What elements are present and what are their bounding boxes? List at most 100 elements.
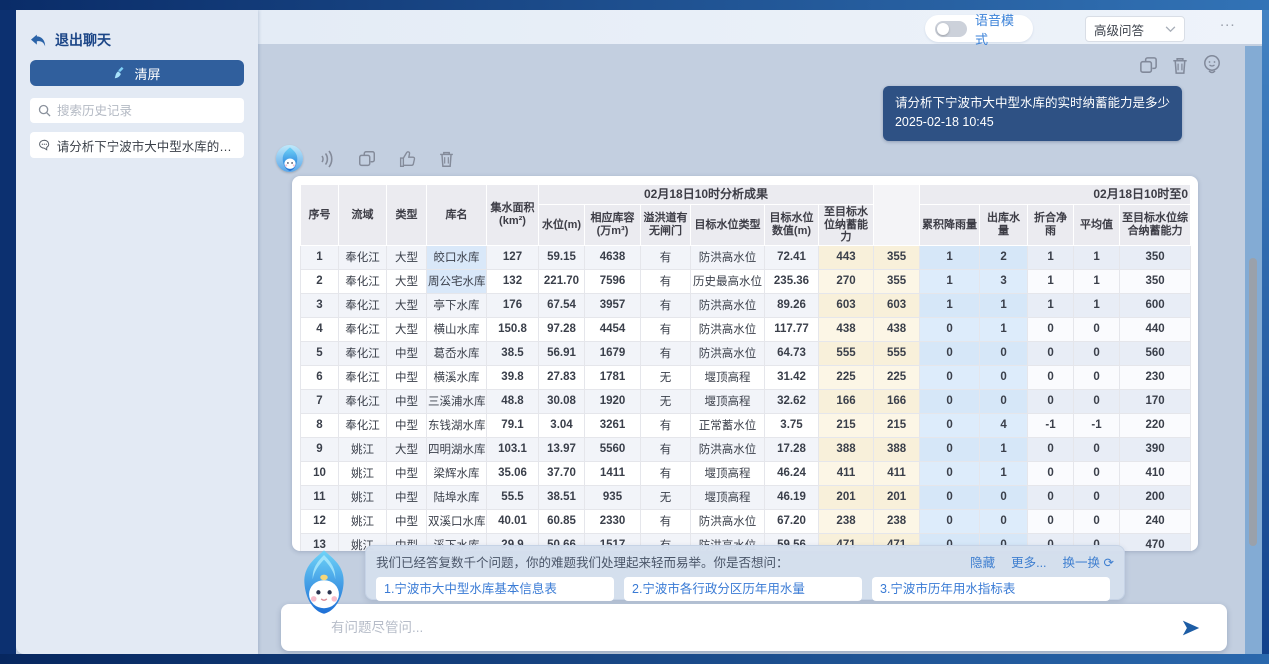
table-row: 10姚江中型梁辉水库35.0637.701411有堰顶高程46.24411411… xyxy=(301,461,1191,485)
table-cell: 127 xyxy=(487,245,539,269)
delete-icon[interactable] xyxy=(1170,55,1190,76)
send-button[interactable] xyxy=(1181,619,1201,637)
column-header: 累积降雨量 xyxy=(920,205,980,246)
search-history-box xyxy=(30,98,244,123)
table-cell: 堰顶高程 xyxy=(691,461,765,485)
suggestion-item-2[interactable]: 2.宁波市各行政分区历年用水量 xyxy=(624,577,862,601)
suggestion-item-1[interactable]: 1.宁波市大中型水库基本信息表 xyxy=(376,577,614,601)
table-cell: 陆埠水库 xyxy=(427,485,487,509)
table-cell: 有 xyxy=(641,509,691,533)
table-cell: 8 xyxy=(301,413,339,437)
table-cell: 46.24 xyxy=(765,461,819,485)
table-cell: 225 xyxy=(819,365,874,389)
table-cell: 240 xyxy=(1120,509,1191,533)
exit-chat-button[interactable]: 退出聊天 xyxy=(30,30,111,50)
table-row: 2奉化江大型周公宅水库132221.707596有历史最高水位235.36270… xyxy=(301,269,1191,293)
table-cell: 3 xyxy=(301,293,339,317)
delete-icon[interactable] xyxy=(437,149,456,169)
more-options-button[interactable]: ... xyxy=(1220,13,1236,30)
table-row: 9姚江大型四明湖水库103.113.975560有防洪高水位17.2838838… xyxy=(301,437,1191,461)
table-cell: 38.51 xyxy=(539,485,585,509)
table-cell: 32.62 xyxy=(765,389,819,413)
table-cell: 215 xyxy=(819,413,874,437)
table-cell: 中型 xyxy=(387,509,427,533)
hide-button[interactable]: 隐藏 xyxy=(970,552,995,571)
table-cell: 0 xyxy=(920,437,980,461)
table-cell: 奉化江 xyxy=(339,365,387,389)
table-row: 6奉化江中型横溪水库39.827.831781无堰顶高程31.422252250… xyxy=(301,365,1191,389)
question-input[interactable] xyxy=(331,620,1169,635)
more-button[interactable]: 更多... xyxy=(1011,552,1046,571)
table-cell: 奉化江 xyxy=(339,389,387,413)
table-cell: 5 xyxy=(301,341,339,365)
table-cell: 0 xyxy=(1028,341,1074,365)
table-cell: 亭下水库 xyxy=(427,293,487,317)
history-item[interactable]: 请分析下宁波市大中型水库的实时... xyxy=(30,132,244,158)
table-row: 12姚江中型双溪口水库40.0160.852330有防洪高水位67.202382… xyxy=(301,509,1191,533)
copy-icon[interactable] xyxy=(357,149,377,169)
suggestion-item-3[interactable]: 3.宁波市历年用水指标表 xyxy=(872,577,1110,601)
table-cell: 有 xyxy=(641,413,691,437)
table-row: 5奉化江中型葛岙水库38.556.911679有防洪高水位64.73555555… xyxy=(301,341,1191,365)
table-cell: 横山水库 xyxy=(427,317,487,341)
table-cell: 235.36 xyxy=(765,269,819,293)
voice-mode-toggle[interactable]: 语音模式 xyxy=(925,15,1033,42)
table-cell: 无 xyxy=(641,485,691,509)
thumbs-up-icon[interactable] xyxy=(397,149,417,169)
bot-icons xyxy=(317,149,456,169)
table-cell: 201 xyxy=(819,485,874,509)
clear-screen-button[interactable]: 清屏 xyxy=(30,60,244,86)
table-cell: 防洪高水位 xyxy=(691,245,765,269)
refresh-button[interactable]: 换一换 ⟳ xyxy=(1063,552,1114,571)
table-cell: 355 xyxy=(874,269,920,293)
table-cell: 东钱湖水库 xyxy=(427,413,487,437)
scrollbar-track[interactable] xyxy=(1245,46,1262,654)
table-cell: 双溪口水库 xyxy=(427,509,487,533)
table-cell: 166 xyxy=(874,389,920,413)
table-cell: 姚江 xyxy=(339,461,387,485)
table-cell: -1 xyxy=(1074,413,1120,437)
table-cell: 3 xyxy=(980,269,1028,293)
table-cell: 1 xyxy=(1074,293,1120,317)
history-item-label: 请分析下宁波市大中型水库的实时... xyxy=(57,136,236,155)
table-cell: 0 xyxy=(1028,389,1074,413)
table-cell: 27.83 xyxy=(539,365,585,389)
table-cell: 梁辉水库 xyxy=(427,461,487,485)
answer-mode-select[interactable]: 高级问答 xyxy=(1085,16,1185,42)
table-cell: 1 xyxy=(1028,245,1074,269)
table-cell: 4638 xyxy=(585,245,641,269)
table-cell: 1 xyxy=(920,293,980,317)
table-row: 3奉化江大型亭下水库17667.543957有防洪高水位89.266036031… xyxy=(301,293,1191,317)
result-table-panel: 序号流域类型库名集水面积(km²)02月18日10时分析成果02月18日10时至… xyxy=(292,176,1198,551)
table-cell: 48.8 xyxy=(487,389,539,413)
table-cell: 防洪高水位 xyxy=(691,509,765,533)
scrollbar-thumb[interactable] xyxy=(1249,258,1257,546)
table-row: 8奉化江中型东钱湖水库79.13.043261有正常蓄水位3.752152150… xyxy=(301,413,1191,437)
assistant-face-icon[interactable] xyxy=(1201,54,1223,76)
table-cell: 11 xyxy=(301,485,339,509)
table-cell: 221.70 xyxy=(539,269,585,293)
table-cell: 438 xyxy=(819,317,874,341)
table-cell: 姚江 xyxy=(339,485,387,509)
table-cell: 1 xyxy=(301,245,339,269)
copy-icon[interactable] xyxy=(1138,55,1159,76)
table-cell: 1 xyxy=(980,437,1028,461)
mascot-character xyxy=(296,549,352,617)
table-cell: 35.06 xyxy=(487,461,539,485)
table-cell: 10 xyxy=(301,461,339,485)
table-cell: 大型 xyxy=(387,245,427,269)
search-history-input[interactable] xyxy=(57,104,236,118)
table-cell: 12 xyxy=(301,509,339,533)
column-header: 平均值 xyxy=(1074,205,1120,246)
toggle-switch[interactable] xyxy=(935,21,967,37)
table-cell: 46.19 xyxy=(765,485,819,509)
table-cell: 6 xyxy=(301,365,339,389)
table-cell: 1411 xyxy=(585,461,641,485)
table-cell: 55.5 xyxy=(487,485,539,509)
table-cell: 大型 xyxy=(387,269,427,293)
speaker-icon[interactable] xyxy=(317,149,337,169)
user-message-text: 请分析下宁波市大中型水库的实时纳蓄能力是多少 xyxy=(895,94,1170,113)
table-cell: 0 xyxy=(920,461,980,485)
table-cell: 0 xyxy=(920,365,980,389)
table-cell: 79.1 xyxy=(487,413,539,437)
